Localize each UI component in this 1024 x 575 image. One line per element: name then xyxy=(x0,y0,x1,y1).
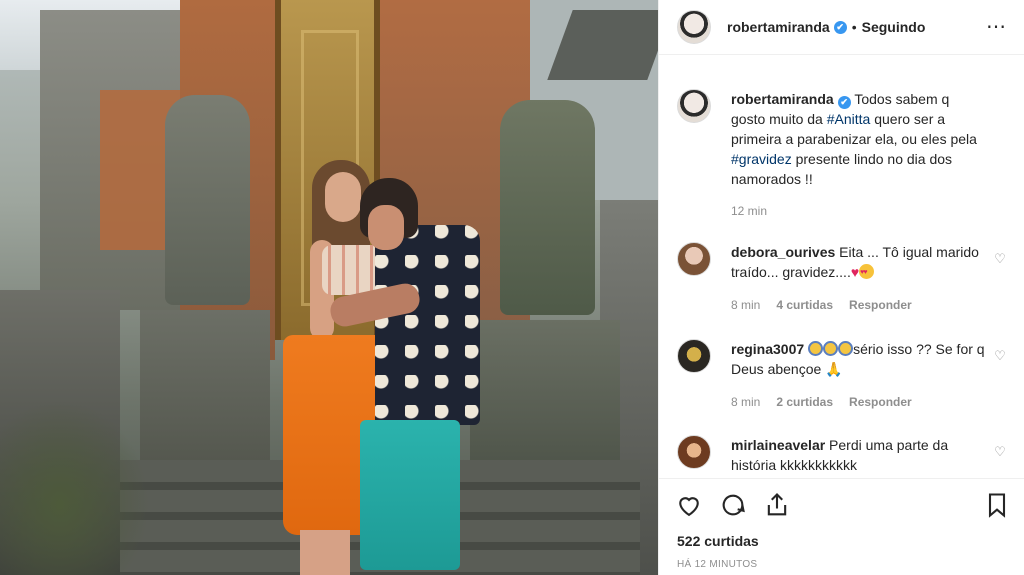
reply-button[interactable]: Responder xyxy=(849,395,912,409)
caption-username[interactable]: robertamiranda xyxy=(731,91,834,107)
folded-hands-emoji: 🙏 xyxy=(825,361,843,377)
comment-time[interactable]: 8 min xyxy=(731,298,760,312)
comment-icon[interactable] xyxy=(719,491,747,519)
comment-item: regina3007 sério isso ?? Se for q Deus a… xyxy=(677,339,1007,409)
moss xyxy=(0,400,150,575)
scream-emoji xyxy=(808,341,824,356)
caption: robertamiranda ✔ Todos sabem q gosto muit… xyxy=(677,89,1007,259)
post-photo[interactable] xyxy=(0,0,658,575)
woman-face xyxy=(325,172,361,222)
man-face xyxy=(368,205,404,250)
comment-text: debora_ourives Eita ... Tô igual marido … xyxy=(731,242,985,283)
hashtag-link[interactable]: #Anitta xyxy=(827,111,871,127)
comment-time[interactable]: 8 min xyxy=(731,395,760,409)
hashtag-link[interactable]: #gravidez xyxy=(731,151,792,167)
heart-eyes-emoji xyxy=(859,263,875,283)
comment-meta: 8 min 2 curtidas Responder xyxy=(731,395,912,409)
reply-button[interactable]: Responder xyxy=(849,298,912,312)
caption-meta: 12 min xyxy=(731,204,767,218)
comment-item: mirlaineavelar Perdi uma parte da histór… xyxy=(677,435,1007,478)
scream-emoji xyxy=(823,341,839,356)
caption-time[interactable]: 12 min xyxy=(731,204,767,218)
likes-count[interactable]: 522 curtidas xyxy=(677,533,759,549)
comment-likes[interactable]: 4 curtidas xyxy=(776,298,833,312)
comment-username[interactable]: debora_ourives xyxy=(731,244,835,260)
man-shirt xyxy=(375,225,480,425)
separator-dot: • xyxy=(851,19,857,35)
post-timestamp[interactable]: HÁ 12 MINUTOS xyxy=(677,559,757,570)
scream-emoji xyxy=(838,341,854,356)
comments-list[interactable]: robertamiranda ✔ Todos sabem q gosto muit… xyxy=(659,55,1024,478)
like-comment-heart-icon[interactable]: ♡ xyxy=(993,349,1007,363)
commenter-avatar[interactable] xyxy=(677,242,711,276)
author-avatar[interactable] xyxy=(677,10,711,44)
following-button[interactable]: Seguindo xyxy=(862,19,926,35)
share-icon[interactable] xyxy=(763,491,791,519)
comment-likes[interactable]: 2 curtidas xyxy=(776,395,833,409)
commenter-avatar[interactable] xyxy=(677,339,711,373)
comment-text: mirlaineavelar Perdi uma parte da histór… xyxy=(731,435,985,475)
author-username[interactable]: robertamiranda xyxy=(727,19,830,35)
like-comment-heart-icon[interactable]: ♡ xyxy=(993,445,1007,459)
pedestal-left xyxy=(140,310,270,460)
comment-meta: 8 min 4 curtidas Responder xyxy=(731,298,912,312)
comment-text: regina3007 sério isso ?? Se for q Deus a… xyxy=(731,339,985,379)
post-side-panel: robertamiranda ✔ • Seguindo ⋯ robertamir… xyxy=(658,0,1024,575)
bookmark-icon[interactable] xyxy=(983,491,1011,519)
author-avatar[interactable] xyxy=(677,89,711,123)
like-comment-heart-icon[interactable]: ♡ xyxy=(993,252,1007,266)
commenter-avatar[interactable] xyxy=(677,435,711,469)
comment-item: debora_ourives Eita ... Tô igual marido … xyxy=(677,242,1007,312)
heart-icon[interactable] xyxy=(675,491,703,519)
red-heart-emoji: ♥ xyxy=(850,264,860,280)
caption-text: robertamiranda ✔ Todos sabem q gosto muit… xyxy=(731,89,985,189)
verified-badge-icon: ✔ xyxy=(837,96,851,109)
statue-right xyxy=(500,100,595,315)
verified-badge-icon: ✔ xyxy=(833,20,847,34)
comment-username[interactable]: regina3007 xyxy=(731,341,804,357)
post-actions: 522 curtidas HÁ 12 MINUTOS xyxy=(659,478,1024,575)
post-header: robertamiranda ✔ • Seguindo ⋯ xyxy=(659,0,1024,55)
woman-legs xyxy=(300,530,350,575)
teal-sarong xyxy=(360,420,460,570)
more-options-icon[interactable]: ⋯ xyxy=(986,14,1007,39)
comment-username[interactable]: mirlaineavelar xyxy=(731,437,825,453)
pedestal-right xyxy=(470,320,620,460)
statue-left xyxy=(165,95,250,305)
